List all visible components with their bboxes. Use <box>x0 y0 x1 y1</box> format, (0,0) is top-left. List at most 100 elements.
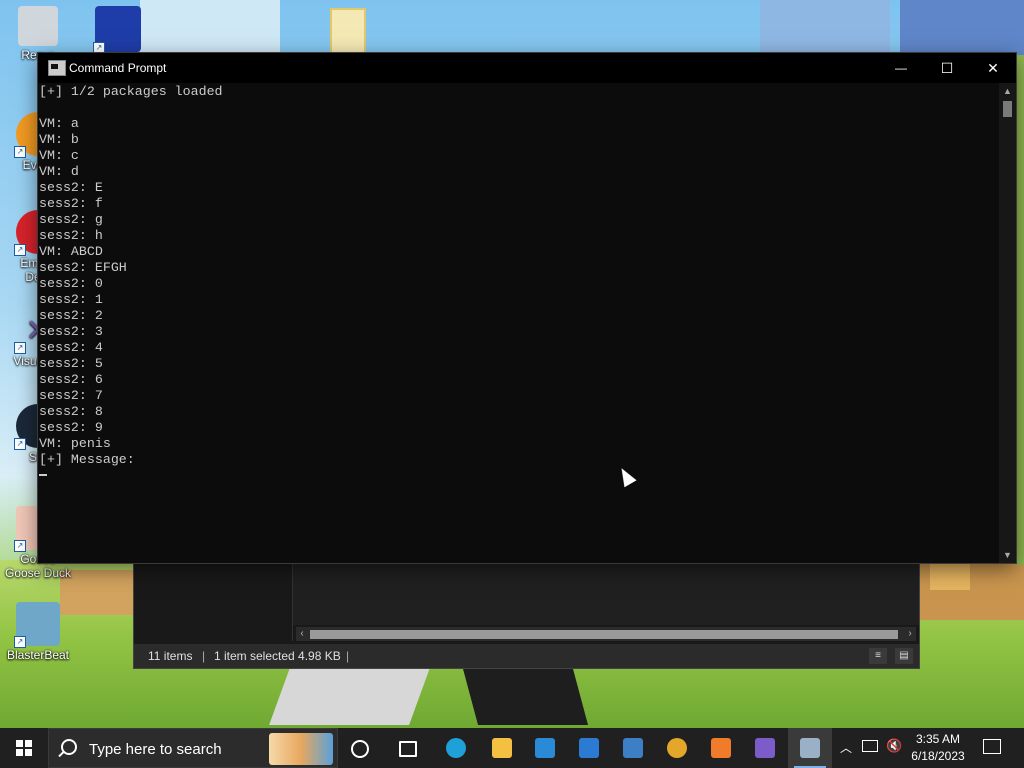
console-output[interactable]: [+] 1/2 packages loaded VM: a VM: b VM: c VM… <box>39 84 999 562</box>
desktop-icon-label: BlasterBeat <box>6 648 70 662</box>
scrollbar-thumb[interactable] <box>1003 101 1012 117</box>
file-explorer-window[interactable]: ‹ › 11 items | 1 item selected 4.98 KB |… <box>133 562 920 669</box>
details-view-icon[interactable]: ≡ <box>869 648 887 664</box>
taskbar-microsoft-store[interactable] <box>523 728 567 768</box>
taskbar-xampp[interactable] <box>699 728 743 768</box>
status-divider: | <box>202 649 206 663</box>
taskbar-command-prompt[interactable] <box>788 728 832 768</box>
desktop-icon-blasterbeat[interactable]: ↗ BlasterBeat <box>0 602 76 662</box>
window-title: Command Prompt <box>69 61 167 75</box>
console-line: VM: a <box>39 116 79 131</box>
search-placeholder: Type here to search <box>89 741 222 758</box>
console-line: sess2: h <box>39 228 103 243</box>
xampp-icon <box>711 738 731 758</box>
item-count: 11 items <box>148 649 193 663</box>
shortcut-arrow-icon: ↗ <box>14 540 26 552</box>
windows-logo-icon <box>16 740 32 756</box>
clock[interactable]: 3:35 AM 6/18/2023 <box>905 731 971 765</box>
shortcut-arrow-icon: ↗ <box>14 636 26 648</box>
taskbar-photos[interactable] <box>611 728 655 768</box>
microsoft-store-icon <box>535 738 555 758</box>
console-line: sess2: 9 <box>39 420 103 435</box>
command-prompt-icon <box>48 60 66 76</box>
scroll-right-icon[interactable]: › <box>904 627 916 641</box>
large-icons-view-icon[interactable]: ▤ <box>895 648 913 664</box>
shortcut-arrow-icon: ↗ <box>14 438 26 450</box>
recycle-bin-icon <box>18 6 58 46</box>
console-line: VM: b <box>39 132 79 147</box>
taskbar-chrome[interactable] <box>655 728 699 768</box>
taskbar-edge[interactable] <box>434 728 478 768</box>
notification-center-icon[interactable] <box>983 739 1001 754</box>
scrollbar-thumb[interactable] <box>310 630 898 639</box>
show-hidden-icons-icon[interactable]: ︿ <box>840 739 852 756</box>
edge-icon <box>446 738 466 758</box>
taskbar-mail[interactable] <box>567 728 611 768</box>
mail-icon <box>579 738 599 758</box>
console-line: sess2: EFGH <box>39 260 127 275</box>
console-line: sess2: g <box>39 212 103 227</box>
taskbar-file-explorer[interactable] <box>480 728 524 768</box>
selection-info: 1 item selected 4.98 KB <box>214 649 341 663</box>
console-line: sess2: 2 <box>39 308 103 323</box>
shortcut-arrow-icon: ↗ <box>14 244 26 256</box>
desktop-icon-app[interactable]: ↗ <box>80 6 156 54</box>
console-line: sess2: 6 <box>39 372 103 387</box>
cortana-icon <box>351 740 369 758</box>
console-line: sess2: 1 <box>39 292 103 307</box>
shortcut-arrow-icon: ↗ <box>14 146 26 158</box>
blasterbeat-icon: ↗ <box>14 602 60 648</box>
volume-muted-icon[interactable]: 🔇 <box>886 738 902 754</box>
chrome-icon <box>667 738 687 758</box>
console-line: sess2: 4 <box>39 340 103 355</box>
console-line: VM: d <box>39 164 79 179</box>
console-line: sess2: 5 <box>39 356 103 371</box>
maximize-button[interactable]: ☐ <box>924 53 970 83</box>
console-line: sess2: 7 <box>39 388 103 403</box>
file-explorer-icon <box>492 738 512 758</box>
console-line: VM: penis <box>39 436 111 451</box>
taskbar-visual-studio[interactable] <box>743 728 787 768</box>
taskbar: Type here to search ︿ 🔇 3:35 AM 6/18/202… <box>0 728 1024 768</box>
vertical-scrollbar[interactable]: ▲ ▼ <box>999 83 1016 563</box>
tree-app-icon: ↗ <box>93 6 141 54</box>
taskbar-cortana[interactable] <box>338 728 382 768</box>
scroll-left-icon[interactable]: ‹ <box>296 627 308 641</box>
navigation-pane[interactable] <box>134 563 293 641</box>
shortcut-arrow-icon: ↗ <box>14 342 26 354</box>
console-line: VM: c <box>39 148 79 163</box>
clock-time: 3:35 AM <box>915 732 961 746</box>
task-view-icon <box>399 741 417 757</box>
console-line: [+] Message: <box>39 452 135 467</box>
system-tray: ︿ 🔇 <box>836 728 906 768</box>
search-box[interactable]: Type here to search <box>48 728 338 768</box>
console-line: sess2: 0 <box>39 276 103 291</box>
visual-studio-icon <box>755 738 775 758</box>
status-bar: 11 items | 1 item selected 4.98 KB | ≡ ▤ <box>134 644 919 668</box>
file-list-pane[interactable] <box>293 563 919 625</box>
title-bar[interactable]: Command Prompt — ☐ ✕ <box>38 53 1016 83</box>
clock-date: 6/18/2023 <box>911 749 965 763</box>
status-divider: | <box>346 649 350 663</box>
minimize-button[interactable]: — <box>878 53 924 83</box>
command-prompt-window[interactable]: Command Prompt — ☐ ✕ [+] 1/2 packages lo… <box>38 53 1016 563</box>
text-cursor <box>39 474 47 477</box>
photos-icon <box>623 738 643 758</box>
console-input-line[interactable] <box>39 468 999 484</box>
close-button[interactable]: ✕ <box>970 53 1016 83</box>
search-highlight-icon <box>269 733 333 765</box>
horizontal-scrollbar[interactable]: ‹ › <box>296 627 916 641</box>
console-line: [+] 1/2 packages loaded <box>39 84 223 99</box>
command-prompt-icon <box>800 738 820 758</box>
start-button[interactable] <box>0 728 48 768</box>
taskbar-task-view[interactable] <box>386 728 430 768</box>
search-icon <box>61 739 77 755</box>
console-line: sess2: 3 <box>39 324 103 339</box>
network-icon[interactable] <box>862 740 878 752</box>
console-line: sess2: f <box>39 196 103 211</box>
scroll-down-icon[interactable]: ▼ <box>999 547 1016 563</box>
console-line: VM: ABCD <box>39 244 103 259</box>
scroll-up-icon[interactable]: ▲ <box>999 83 1016 99</box>
console-line: sess2: 8 <box>39 404 103 419</box>
